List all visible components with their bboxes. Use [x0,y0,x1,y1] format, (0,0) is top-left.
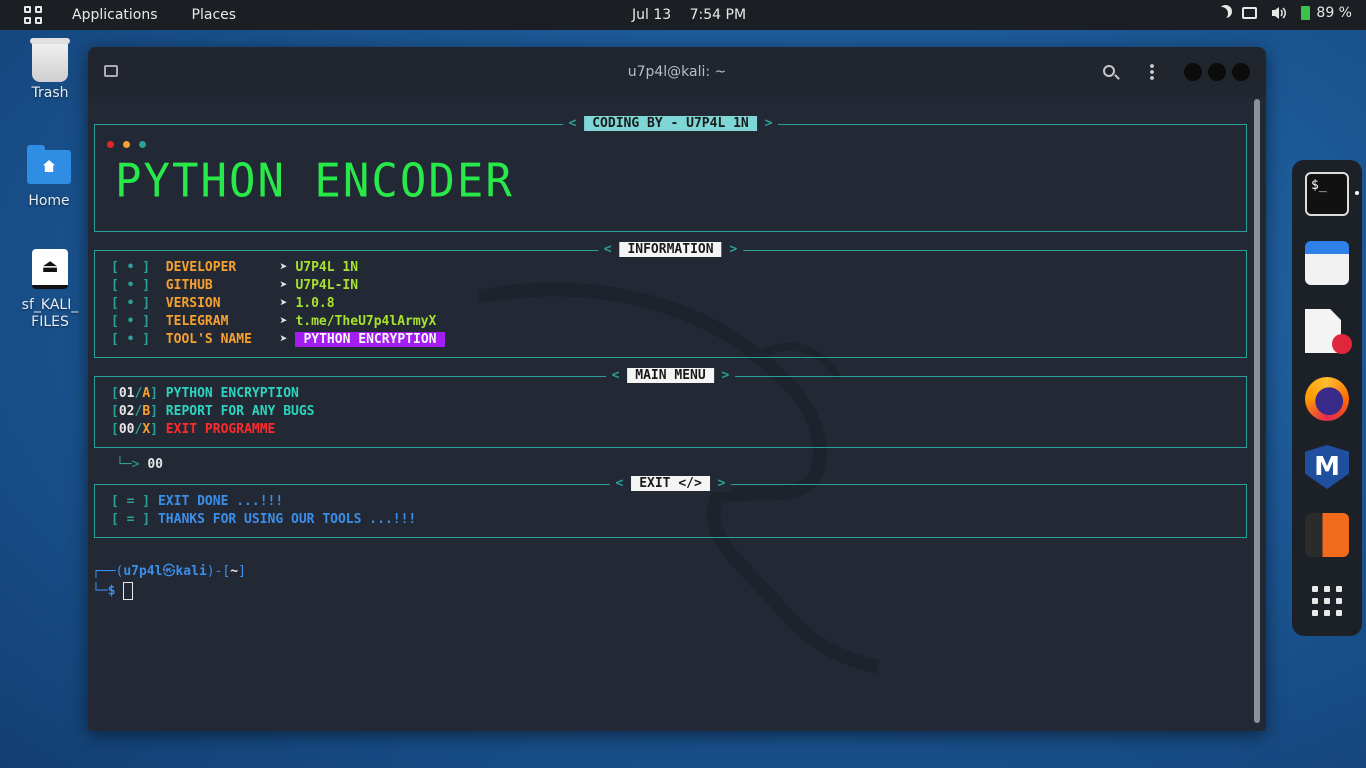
text-editor-icon[interactable] [1305,309,1352,354]
shell-prompt-line2[interactable]: └─$ [92,582,134,601]
terminal-output[interactable]: < CODING BY - U7P4L 1N > PYTHON ENCODER … [88,97,1254,731]
info-row: [ • ] GITHUB ➤ U7P4L-IN [111,278,359,293]
new-tab-icon[interactable] [104,65,118,77]
menu-input-value: 00 [147,457,163,472]
terminal-window[interactable]: u7p4l@kali: ~ < CODING BY - U7P4L 1N > P… [88,47,1266,731]
speaker-icon[interactable] [1271,5,1287,21]
desktop-trash[interactable]: Trash [10,38,90,102]
home-label: Home [28,193,70,209]
exit-line: [ = ] EXIT DONE ...!!! [111,494,284,509]
menu-item-report-bugs[interactable]: [02/B] REPORT FOR ANY BUGS [111,403,315,421]
metasploit-icon[interactable]: M [1305,445,1349,489]
exit-box: < EXIT </> > [ = ] EXIT DONE ...!!! [ = … [94,476,1247,538]
information-box: < INFORMATION > [ • ] DEVELOPER ➤ U7P4L 1… [94,242,1247,358]
screen-icon[interactable] [1242,7,1258,19]
menu-kebab-icon[interactable] [1150,63,1154,81]
menu-input-line: └─> 00 [116,457,163,472]
battery-percent: 89 % [1316,5,1352,21]
exit-title: EXIT </> [631,476,710,491]
terminal-titlebar[interactable]: u7p4l@kali: ~ [88,47,1266,97]
date-label: Jul 13 [632,7,672,23]
places-menu[interactable]: Places [192,7,237,23]
moon-icon[interactable] [1215,7,1228,20]
firefox-icon[interactable] [1305,377,1349,421]
desktop-home[interactable]: Home [9,145,89,210]
exit-line: [ = ] THANKS FOR USING OUR TOOLS ...!!! [111,512,417,527]
shell-prompt-line1: ┌──(u7p4l㉿kali)-[~] [92,564,246,579]
drive-label-line2: FILES [31,314,69,330]
home-folder-icon [27,145,71,184]
window-dots [107,137,155,152]
information-title: INFORMATION [619,242,722,257]
menu-item-exit[interactable]: [00/X] EXIT PROGRAMME [111,421,275,439]
header-box-title: CODING BY - U7P4L 1N [584,116,757,131]
cursor [123,582,134,600]
applications-menu[interactable]: Applications [72,7,158,23]
main-menu-title: MAIN MENU [627,368,714,383]
info-row: [ • ] TOOL'S NAME ➤ PYTHON ENCRYPTION [111,331,445,349]
time-label: 7:54 PM [689,7,747,23]
trash-icon [30,38,70,82]
dock: $_ M [1292,160,1362,636]
info-row: [ • ] VERSION ➤ 1.0.8 [111,296,335,311]
clock[interactable]: Jul 13 7:54 PM [632,7,760,23]
apps-grid-icon[interactable] [24,6,42,24]
top-panel: Applications Places Jul 13 7:54 PM 89 % [0,0,1366,30]
files-icon[interactable] [1305,241,1349,285]
burpsuite-icon[interactable] [1305,513,1349,557]
header-box: < CODING BY - U7P4L 1N > PYTHON ENCODER [94,116,1247,232]
menu-item-encryption[interactable]: [01/A] PYTHON ENCRYPTION [111,385,299,403]
terminal-icon[interactable]: $_ [1305,172,1349,216]
eject-drive-icon: ⏏ [32,249,68,289]
main-menu-box: < MAIN MENU > [01/A] PYTHON ENCRYPTION [… [94,368,1247,448]
desktop-drive[interactable]: ⏏ sf_KALI_ FILES [10,249,90,331]
dock-active-indicator [1355,191,1359,195]
scrollbar[interactable] [1254,99,1260,723]
drive-label-line1: sf_KALI_ [21,297,79,313]
info-row: [ • ] DEVELOPER ➤ U7P4L 1N [111,260,359,275]
app-grid-icon[interactable] [1305,579,1349,623]
search-icon[interactable] [1103,65,1115,77]
close-button[interactable] [1232,63,1250,81]
maximize-button[interactable] [1208,63,1226,81]
system-tray: 89 % [1215,5,1352,21]
minimize-button[interactable] [1184,63,1202,81]
battery-icon[interactable] [1301,6,1311,20]
banner-title: PYTHON ENCODER [115,154,514,209]
trash-label: Trash [31,85,69,101]
terminal-title: u7p4l@kali: ~ [627,64,727,80]
info-row: [ • ] TELEGRAM ➤ t.me/TheU7p4lArmyX [111,314,437,329]
